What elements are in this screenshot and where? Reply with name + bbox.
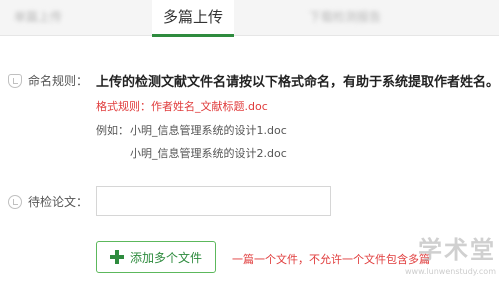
upload-tab-bar: 单篇上传 多篇上传 下载检测报告: [0, 0, 499, 37]
tab-multi-upload-label: 多篇上传: [162, 8, 223, 26]
example-filename-1: 小明_信息管理系统的设计1.doc: [130, 124, 287, 137]
active-tab-indicator: [152, 34, 234, 37]
pending-papers-field[interactable]: [96, 186, 331, 216]
plus-icon: [109, 250, 124, 264]
shield-check-icon: [8, 74, 22, 88]
watermark-logo: 学术堂: [418, 236, 496, 264]
example-prefix: 例如：: [96, 124, 129, 137]
check-circle-icon: [8, 195, 22, 209]
tab-multi-upload[interactable]: 多篇上传: [152, 0, 234, 37]
naming-rule-label: 命名规则：: [28, 74, 89, 88]
naming-rule-instruction: 上传的检测文献文件名请按以下格式命名，有助于系统提取作者姓名。: [96, 75, 499, 90]
tab-single-upload[interactable]: 单篇上传: [6, 0, 70, 36]
watermark-url: www.lunwenstudy.com: [404, 267, 496, 276]
naming-rule-format: 格式规则：作者姓名_文献标题.doc: [96, 100, 268, 113]
tab-download-report[interactable]: 下载检测报告: [300, 0, 390, 36]
site-watermark: 学术堂 www.lunwenstudy.com: [396, 230, 496, 288]
pending-papers-label: 待检论文：: [28, 195, 89, 209]
add-multiple-files-button[interactable]: 添加多个文件: [96, 241, 216, 273]
add-files-label: 添加多个文件: [129, 250, 202, 265]
example-filename-2: 小明_信息管理系统的设计2.doc: [130, 147, 287, 160]
